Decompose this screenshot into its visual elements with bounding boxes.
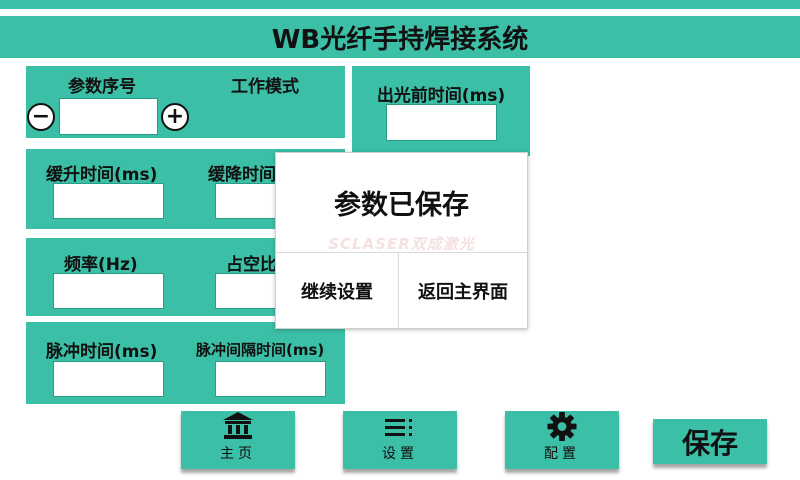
pulse-time-label: 脉冲时间(ms) [46, 342, 158, 362]
bank-icon [223, 412, 253, 439]
ramp-down-label: 缓降时间 [208, 165, 276, 185]
ramp-up-field[interactable] [53, 183, 164, 219]
frequency-label: 频率(Hz) [64, 255, 138, 275]
save-label: 保存 [681, 426, 738, 460]
save-button[interactable]: 保存 [653, 419, 767, 464]
plus-icon: + [165, 104, 185, 129]
dialog-title: 参数已保存 [334, 190, 469, 221]
param-index-field[interactable] [59, 98, 158, 135]
home-button[interactable]: 主页 [181, 411, 295, 469]
saved-dialog: 参数已保存 SCLASER双成激光 继续设置 返回主界面 [275, 152, 528, 329]
config-label: 配置 [544, 446, 580, 462]
pulse-interval-field[interactable] [215, 361, 326, 397]
increment-button[interactable]: + [161, 103, 189, 131]
top-accent-bar [0, 0, 800, 9]
pulse-interval-label: 脉冲间隔时间(ms) [196, 341, 325, 359]
back-to-main-button[interactable]: 返回主界面 [399, 253, 527, 328]
duty-cycle-label: 占空比 [226, 255, 277, 275]
menu-icon [385, 419, 412, 436]
work-mode-label: 工作模式 [231, 77, 299, 97]
brand-watermark: SCLASER双成激光 [328, 235, 475, 253]
continue-setting-button[interactable]: 继续设置 [276, 253, 398, 328]
pre-emission-label: 出光前时间(ms) [376, 86, 506, 106]
param-index-label: 参数序号 [68, 77, 136, 97]
page-title-bar: WB光纤手持焊接系统 [0, 16, 800, 58]
page-title: WB光纤手持焊接系统 [271, 24, 529, 55]
decrement-button[interactable]: − [27, 103, 55, 131]
gear-icon [547, 411, 577, 442]
config-button[interactable]: 配置 [505, 411, 619, 469]
settings-button[interactable]: 设置 [343, 411, 457, 469]
minus-icon: − [31, 104, 51, 129]
frequency-field[interactable] [53, 273, 164, 309]
pre-emission-field[interactable] [386, 104, 497, 141]
settings-label: 设置 [382, 446, 418, 462]
pulse-time-field[interactable] [53, 361, 164, 397]
home-label: 主页 [220, 446, 256, 462]
ramp-up-label: 缓升时间(ms) [46, 165, 158, 185]
